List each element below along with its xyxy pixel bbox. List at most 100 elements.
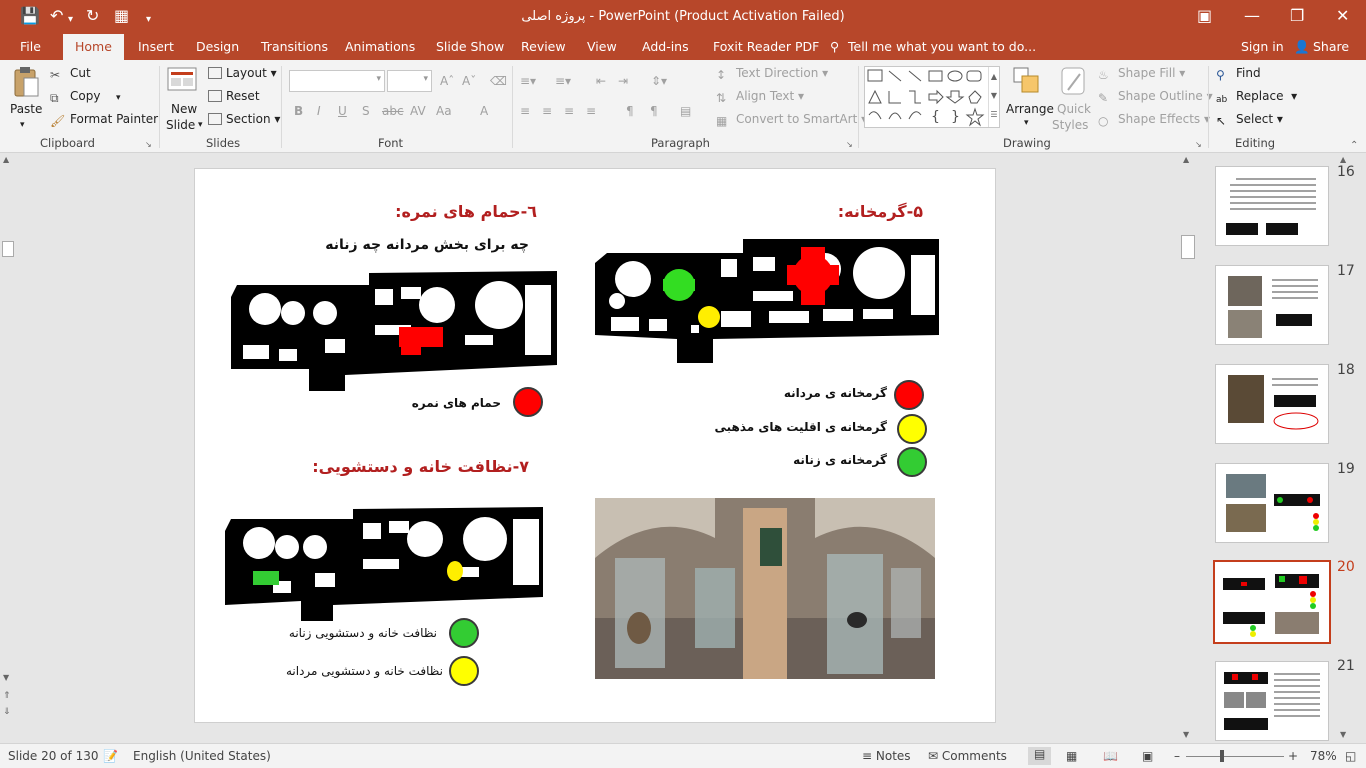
columns-icon[interactable]: ▤ — [680, 102, 691, 120]
spell-check-icon[interactable]: 📝 — [103, 749, 118, 763]
legend-cleaning-men[interactable]: نظافت خانه و دستشویی مردانه — [286, 664, 443, 678]
bullets-icon[interactable]: ≡▾ — [520, 72, 536, 90]
italic-button[interactable]: I — [317, 102, 321, 120]
tab-review[interactable]: Review — [521, 39, 566, 54]
tab-design[interactable]: Design — [196, 39, 239, 54]
arrange-button[interactable]: Arrange — [1006, 100, 1054, 118]
section-button[interactable]: Section ▾ — [208, 110, 280, 128]
grow-font-icon[interactable]: Aˆ — [440, 72, 454, 90]
slide-scrollbar[interactable]: ▲ ▼ — [1180, 153, 1196, 743]
scroll-thumb[interactable] — [1181, 235, 1195, 259]
tab-view[interactable]: View — [587, 39, 617, 54]
legend-warm-women[interactable]: گرمخانه ی زنانه — [793, 453, 887, 467]
scroll-up-icon[interactable]: ▲ — [1340, 155, 1346, 164]
zoom-slider-thumb[interactable] — [1220, 750, 1224, 762]
shapes-gallery[interactable]: { } ▲ ▼ ☰ — [864, 66, 1000, 128]
shape-fill-button[interactable]: ♨ Shape Fill ▾ — [1098, 64, 1185, 82]
tab-home[interactable]: Home — [63, 34, 124, 60]
character-spacing-button[interactable]: AV — [410, 102, 426, 120]
collapse-ribbon-icon[interactable]: ⌃ — [1350, 140, 1358, 151]
quick-styles-icon[interactable] — [1058, 66, 1088, 96]
find-button[interactable]: ⚲ Find — [1216, 64, 1261, 82]
scroll-down-icon[interactable]: ▼ — [1183, 730, 1189, 739]
tab-add-ins[interactable]: Add-ins — [642, 39, 689, 54]
restore-icon[interactable]: ❐ — [1290, 6, 1304, 25]
scroll-up-icon[interactable]: ▲ — [1183, 155, 1189, 164]
arrange-dropdown-icon[interactable]: ▾ — [1024, 118, 1029, 128]
increase-indent-icon[interactable]: ⇥ — [618, 72, 628, 90]
previous-slide-icon[interactable]: ⇑ — [3, 691, 11, 701]
clipboard-launcher-icon[interactable]: ↘ — [145, 140, 152, 149]
scroll-thumb[interactable] — [2, 241, 14, 257]
legend-private-baths[interactable]: حمام های نمره — [412, 396, 501, 410]
slide-sorter-icon[interactable]: ▦ — [1066, 749, 1077, 763]
legend-warm-men[interactable]: گرمخانه ی مردانه — [784, 386, 887, 400]
line-spacing-icon[interactable]: ⇕▾ — [651, 72, 667, 90]
clear-formatting-icon[interactable]: ⌫ — [490, 72, 507, 90]
fit-to-window-icon[interactable]: ◱ — [1345, 749, 1356, 763]
zoom-out-icon[interactable]: – — [1174, 749, 1180, 763]
paste-dropdown-icon[interactable]: ▾ — [20, 116, 25, 134]
shrink-font-icon[interactable]: Aˇ — [462, 72, 476, 90]
shape-outline-button[interactable]: ✎ Shape Outline ▾ — [1098, 87, 1213, 105]
slide-counter[interactable]: Slide 20 of 130 — [8, 749, 98, 763]
ltr-icon[interactable]: ¶ — [626, 102, 634, 120]
replace-button[interactable]: ab Replace ▾ — [1216, 87, 1297, 105]
tab-insert[interactable]: Insert — [138, 39, 174, 54]
font-color-button[interactable]: A — [480, 102, 488, 120]
slideshow-icon[interactable]: ▣ — [1142, 749, 1153, 763]
paragraph-launcher-icon[interactable]: ↘ — [846, 140, 853, 149]
arrange-icon[interactable] — [1012, 66, 1042, 96]
thumbnail-slide-17[interactable] — [1215, 265, 1329, 345]
convert-smartart-button[interactable]: ▦ Convert to SmartArt ▾ — [716, 110, 867, 128]
floor-plan-warm-room[interactable] — [593, 239, 941, 365]
quick-styles-label-2[interactable]: Styles — [1052, 116, 1088, 134]
zoom-level[interactable]: 78% — [1310, 749, 1337, 763]
justify-icon[interactable]: ≡ — [586, 102, 596, 120]
floor-plan-cleaning[interactable] — [223, 505, 545, 623]
thumbnail-slide-20[interactable] — [1213, 560, 1331, 644]
tab-foxit[interactable]: Foxit Reader PDF — [713, 39, 819, 54]
sign-in-link[interactable]: Sign in — [1241, 39, 1284, 54]
format-painter-button[interactable]: 🖌 Format Painter — [50, 110, 158, 128]
heading-warm-room[interactable]: ۵-گرمخانه: — [838, 202, 923, 221]
thumbnail-slide-16[interactable] — [1215, 166, 1329, 246]
zoom-slider[interactable] — [1186, 756, 1284, 757]
center-icon[interactable]: ≡ — [542, 102, 552, 120]
subheading-private-baths[interactable]: چه برای بخش مردانه چه زنانه — [325, 237, 529, 253]
paste-icon[interactable] — [12, 66, 40, 100]
align-right-icon[interactable]: ≡ — [564, 102, 574, 120]
copy-dropdown-icon[interactable]: ▾ — [116, 93, 121, 103]
slide-canvas[interactable]: ۵-گرمخانه: ٦-حمام های نمره: چه برای بخش … — [194, 168, 996, 723]
minimize-icon[interactable]: — — [1244, 6, 1260, 25]
scroll-down-icon[interactable]: ▼ — [3, 673, 9, 682]
next-slide-icon[interactable]: ⇓ — [3, 707, 11, 717]
rtl-icon[interactable]: ¶ — [650, 102, 658, 120]
text-direction-button[interactable]: ↕ Text Direction ▾ — [716, 64, 828, 82]
shape-effects-button[interactable]: ○ Shape Effects ▾ — [1098, 110, 1210, 128]
comments-button[interactable]: ✉ Comments — [928, 749, 1007, 763]
notes-button[interactable]: ≡ Notes — [862, 749, 911, 763]
decrease-indent-icon[interactable]: ⇤ — [596, 72, 606, 90]
strikethrough-button[interactable]: abc — [382, 102, 404, 120]
align-left-icon[interactable]: ≡ — [520, 102, 530, 120]
layout-button[interactable]: Layout ▾ — [208, 64, 277, 82]
change-case-button[interactable]: Aa — [436, 102, 452, 120]
share-button[interactable]: Share — [1313, 39, 1349, 54]
tell-me-box[interactable]: Tell me what you want to do... — [848, 39, 1036, 54]
align-text-button[interactable]: ⇅ Align Text ▾ — [716, 87, 804, 105]
shapes-scroll[interactable]: ▲ ▼ ☰ — [988, 67, 999, 127]
text-shadow-button[interactable]: S — [362, 102, 370, 120]
museum-photo[interactable] — [595, 498, 935, 679]
thumbnail-slide-18[interactable] — [1215, 364, 1329, 444]
tab-transitions[interactable]: Transitions — [261, 39, 328, 54]
reset-button[interactable]: Reset — [208, 87, 260, 105]
legend-cleaning-women[interactable]: نظافت خانه و دستشویی زنانه — [289, 626, 437, 640]
new-slide-dropdown-icon[interactable]: ▾ — [198, 120, 203, 130]
normal-view-icon[interactable]: ▤ — [1028, 747, 1052, 765]
drawing-launcher-icon[interactable]: ↘ — [1195, 140, 1202, 149]
tab-animations[interactable]: Animations — [345, 39, 415, 54]
language-indicator[interactable]: English (United States) — [133, 749, 271, 763]
reading-view-icon[interactable]: 📖 — [1103, 749, 1118, 763]
ribbon-display-options-icon[interactable]: ▣ — [1197, 6, 1212, 25]
